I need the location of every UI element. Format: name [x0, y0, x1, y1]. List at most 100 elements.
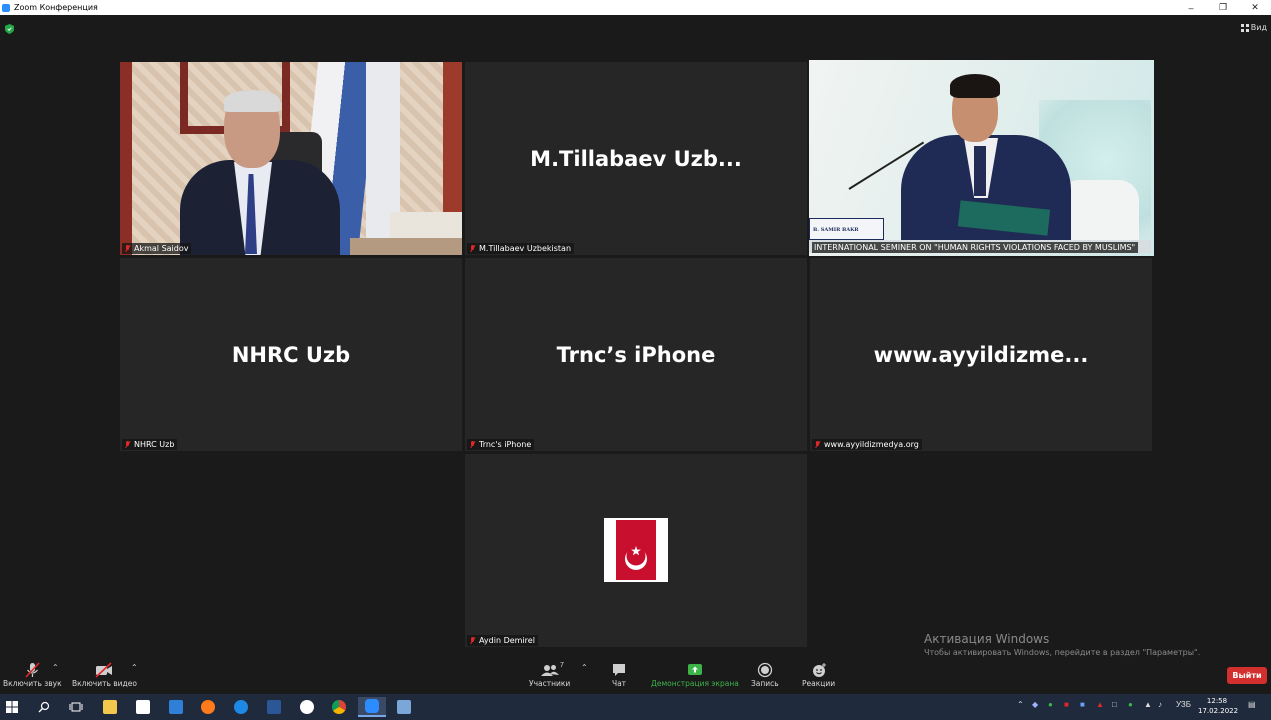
windows-logo-icon: [6, 701, 18, 713]
video-tile-ayyildizmedya[interactable]: www.ayyildizme... www.ayyildizmedya.org: [810, 258, 1152, 451]
taskbar-photos[interactable]: [392, 697, 416, 717]
show-hidden-icons-chevron-icon[interactable]: ⌃: [1017, 700, 1024, 709]
clock-time: 12:58: [1206, 697, 1228, 705]
close-button[interactable]: ✕: [1239, 0, 1271, 15]
reactions-button[interactable]: Реакции: [802, 661, 835, 688]
chat-button[interactable]: Чат: [610, 661, 628, 688]
tray-cloud-icon[interactable]: ■: [1080, 700, 1085, 709]
participants-icon: [540, 665, 559, 676]
tray-network-icon[interactable]: □: [1112, 700, 1117, 709]
participant-display-name: NHRC Uzb: [231, 342, 351, 367]
audio-options-chevron-icon[interactable]: ⌃: [52, 663, 59, 672]
reactions-smiley-icon: [812, 663, 826, 677]
record-button[interactable]: Запись: [751, 661, 779, 688]
tray-office-icon[interactable]: ■: [1064, 700, 1069, 709]
taskbar-clock[interactable]: 12:58 17.02.2022: [1198, 696, 1239, 716]
taskbar-file-explorer[interactable]: [98, 697, 122, 717]
tray-defender-icon[interactable]: ●: [1128, 700, 1133, 709]
taskbar-store[interactable]: [131, 697, 155, 717]
video-tile-seminar-active-speaker[interactable]: B. SAMIR BAKR INTERNATIONAL SEMINER ON "…: [809, 60, 1154, 256]
taskbar-mail[interactable]: [164, 697, 188, 717]
taskbar-zoom[interactable]: [358, 697, 386, 717]
video-tile-akmal-saidov[interactable]: Akmal Saidov: [120, 62, 462, 255]
record-icon: [757, 662, 773, 678]
record-label: Запись: [751, 679, 779, 688]
zoom-app-icon: [2, 3, 10, 12]
task-view-button[interactable]: [64, 697, 88, 717]
chat-icon: [613, 664, 625, 676]
share-screen-button[interactable]: Демонстрация экрана: [651, 661, 739, 688]
tray-alert-icon[interactable]: ▲: [1096, 700, 1104, 709]
participant-display-name: Trnc’s iPhone: [556, 342, 716, 367]
video-tile-m-tillabaev[interactable]: M.Tillabaev Uzb... M.Tillabaev Uzbekista…: [465, 62, 807, 255]
video-tile-nhrc-uzb[interactable]: NHRC Uzb NHRC Uzb: [120, 258, 462, 451]
chat-label: Чат: [611, 679, 627, 688]
windows-activation-text: Чтобы активировать Windows, перейдите в …: [924, 648, 1201, 657]
leave-meeting-button[interactable]: Выйти: [1227, 667, 1267, 684]
restore-button[interactable]: ❐: [1207, 0, 1239, 15]
view-button[interactable]: Вид: [1240, 23, 1267, 32]
muted-mic-icon: [469, 440, 476, 449]
muted-mic-icon: [469, 244, 476, 253]
search-button[interactable]: [32, 697, 56, 717]
taskbar-chrome[interactable]: [327, 697, 351, 717]
tray-app-icon[interactable]: ●: [1048, 700, 1053, 709]
name-plate: B. SAMIR BAKR: [809, 218, 884, 240]
muted-mic-icon: [469, 636, 476, 645]
reactions-label: Реакции: [802, 679, 836, 688]
meeting-security-shield-icon[interactable]: [5, 24, 14, 34]
clock-date: 17.02.2022: [1198, 707, 1239, 715]
zoom-window: Zoom Конференция – ❐ ✕ Вид Akmal Saidov …: [0, 0, 1271, 720]
taskbar-word[interactable]: [262, 697, 286, 717]
unmute-label: Включить звук: [3, 679, 62, 688]
participant-name: Trnc's iPhone: [479, 440, 532, 449]
yandex-browser-icon: [300, 700, 314, 714]
video-tile-trnc-iphone[interactable]: Trnc’s iPhone Trnc's iPhone: [465, 258, 807, 451]
participant-name-label: Aydin Demirel: [467, 635, 538, 646]
participant-name: NHRC Uzb: [134, 440, 175, 449]
notifications-icon[interactable]: ▤: [1248, 700, 1256, 709]
file-explorer-icon: [103, 700, 117, 714]
video-tile-aydin-demirel[interactable]: Aydin Demirel: [465, 454, 807, 647]
video-options-chevron-icon[interactable]: ⌃: [131, 663, 138, 672]
store-icon: [136, 700, 150, 714]
mail-icon: [169, 700, 183, 714]
participant-video: [120, 62, 462, 255]
tray-wifi-icon[interactable]: ▲: [1144, 700, 1152, 709]
windows-activation-title: Активация Windows: [924, 632, 1050, 646]
task-view-icon: [69, 702, 83, 712]
firefox-icon: [201, 700, 215, 714]
view-label: Вид: [1250, 23, 1267, 32]
participant-name-label: INTERNATIONAL SEMINER ON "HUMAN RIGHTS V…: [812, 242, 1139, 253]
photos-icon: [397, 700, 411, 714]
muted-mic-icon: [814, 440, 821, 449]
participants-button[interactable]: Участники: [529, 661, 570, 688]
muted-mic-icon: [124, 440, 131, 449]
window-controls: – ❐ ✕: [1175, 0, 1271, 15]
grid-icon: [1240, 23, 1249, 32]
taskbar-yandex[interactable]: [295, 697, 319, 717]
share-screen-icon: [687, 664, 702, 675]
windows-taskbar: ⌃ ◆ ● ■ ■ ▲ □ ● ▲ ♪ УЗБ ▤: [0, 694, 1271, 720]
word-icon: [267, 700, 281, 714]
participant-video: B. SAMIR BAKR: [809, 60, 1154, 256]
taskbar-edge[interactable]: [229, 697, 253, 717]
start-video-button[interactable]: Включить видео: [72, 661, 137, 688]
participant-display-name: M.Tillabaev Uzb...: [530, 146, 742, 171]
muted-mic-icon: [124, 244, 131, 253]
tray-volume-icon[interactable]: ♪: [1158, 700, 1162, 709]
window-title: Zoom Конференция: [14, 3, 98, 12]
search-icon: [38, 701, 50, 713]
tray-shield-icon[interactable]: ◆: [1032, 700, 1038, 709]
turkish-flag-avatar-icon: [604, 518, 668, 582]
input-language[interactable]: УЗБ: [1176, 700, 1191, 709]
video-off-icon: [95, 662, 113, 678]
taskbar-firefox[interactable]: [196, 697, 220, 717]
start-button[interactable]: [0, 697, 24, 717]
participant-name: M.Tillabaev Uzbekistan: [479, 244, 572, 253]
participants-chevron-icon[interactable]: ⌃: [581, 663, 588, 672]
minimize-button[interactable]: –: [1175, 0, 1207, 15]
meeting-toolbar: Включить звук ⌃ Включить видео ⌃ Участни…: [0, 657, 1271, 694]
participant-name-label: M.Tillabaev Uzbekistan: [467, 243, 575, 254]
participant-name-label: NHRC Uzb: [122, 439, 178, 450]
